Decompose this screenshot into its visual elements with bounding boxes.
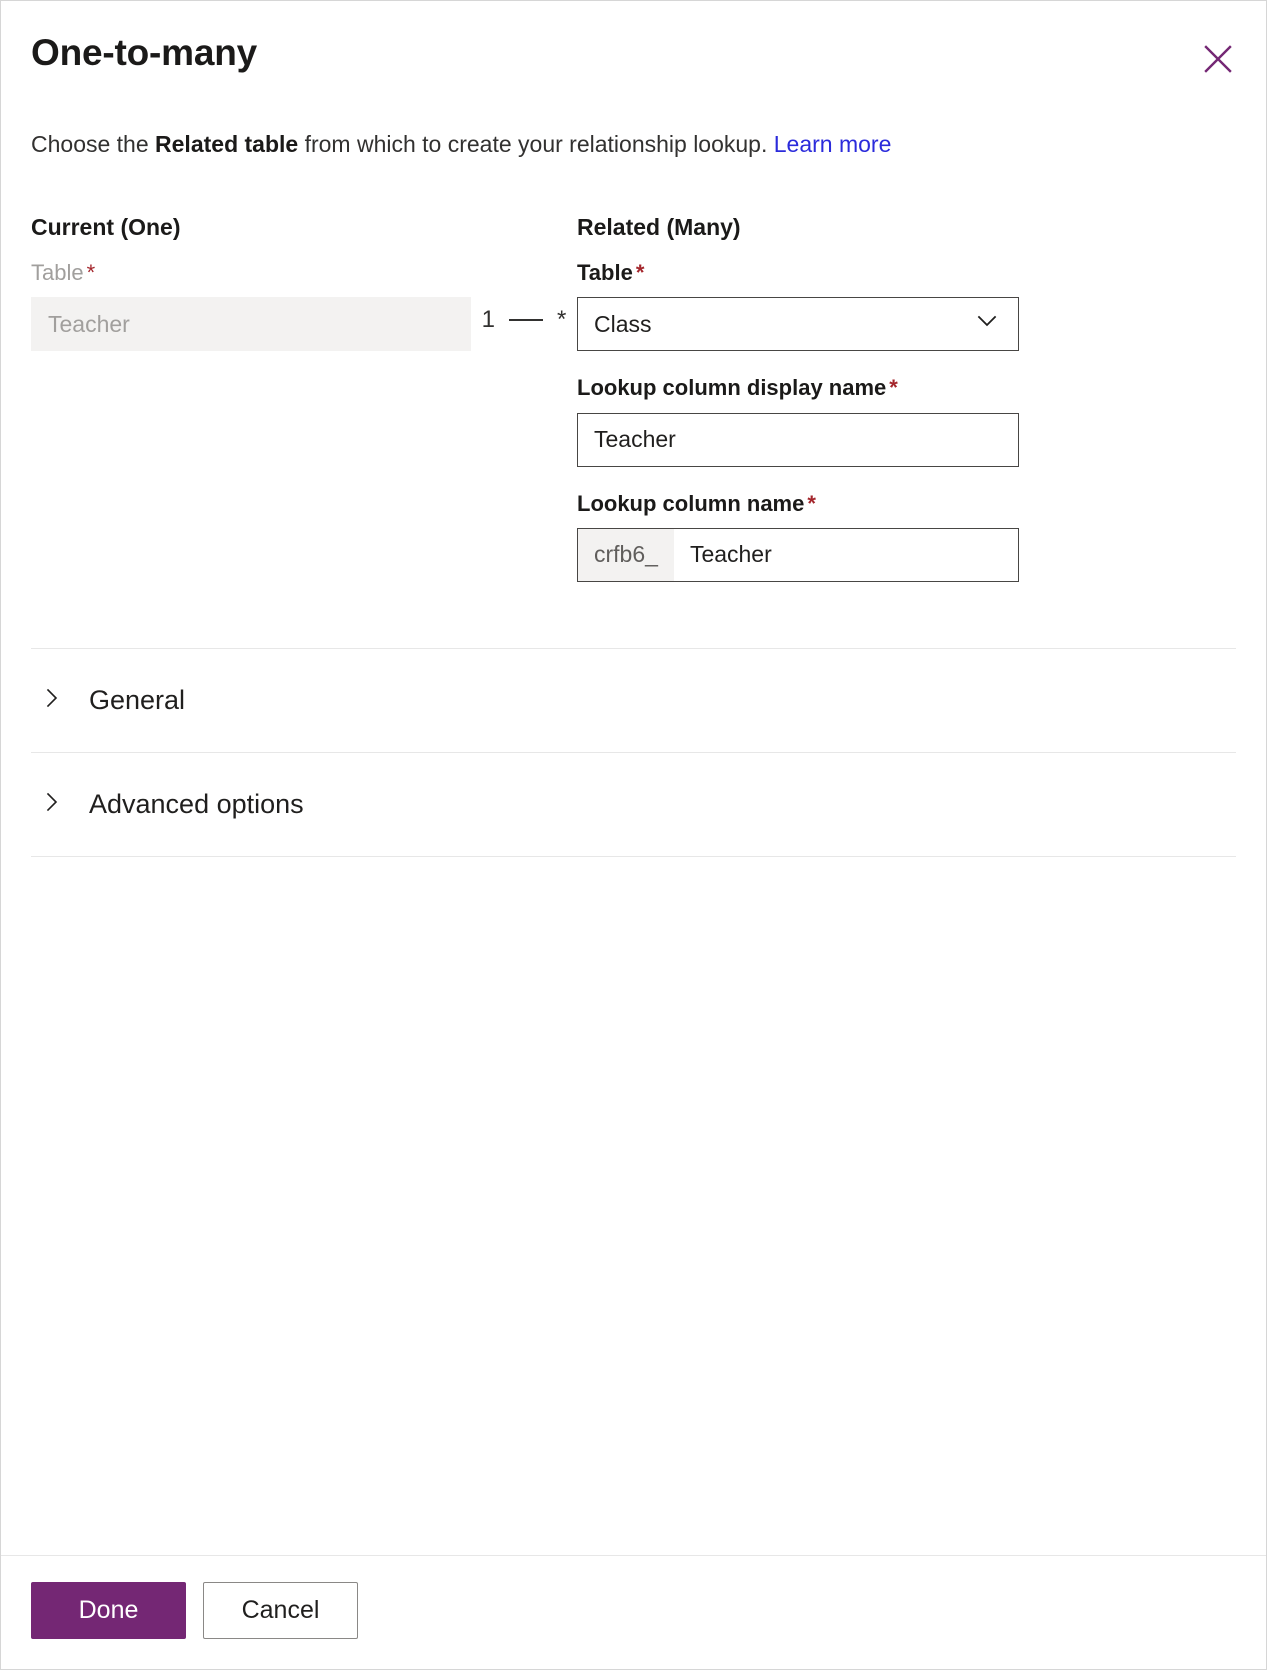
description-part-2: from which to create your relationship l… (298, 130, 774, 157)
lookup-column-name-value: Teacher (689, 541, 772, 568)
related-table-label: Table * (577, 260, 1019, 286)
learn-more-link[interactable]: Learn more (774, 131, 892, 157)
cancel-button[interactable]: Cancel (203, 1582, 358, 1639)
current-table-label-text: Table (31, 259, 84, 285)
cardinality-many: * (557, 305, 567, 333)
dialog-footer: Done Cancel (1, 1555, 1266, 1669)
one-to-many-dialog: One-to-many Choose the Related table fro… (0, 0, 1267, 1670)
cardinality-indicator: 1 * (471, 214, 577, 334)
section-advanced-options[interactable]: Advanced options (31, 753, 1236, 856)
related-many-column: Related (Many) Table * Class Lookup colum… (577, 214, 1019, 582)
close-button[interactable] (1194, 35, 1242, 83)
close-icon (1203, 44, 1233, 74)
relationship-columns: Current (One) Table * Teacher 1 * Related… (31, 214, 1236, 582)
description-part-1: Choose the (31, 130, 156, 157)
current-table-label: Table * (31, 260, 471, 286)
chevron-right-icon (41, 791, 63, 818)
dialog-header: One-to-many Choose the Related table fro… (1, 1, 1266, 160)
chevron-down-icon (974, 308, 1000, 340)
related-table-dropdown[interactable]: Class (577, 297, 1019, 352)
cardinality-one: 1 (481, 305, 495, 333)
description-bold: Related table (155, 130, 299, 157)
section-general[interactable]: General (31, 649, 1236, 752)
required-asterisk: * (86, 259, 96, 285)
dialog-description: Choose the Related table from which to c… (31, 129, 1236, 160)
related-table-value: Class (594, 310, 652, 337)
section-advanced-options-label: Advanced options (89, 788, 304, 819)
section-divider (31, 855, 1236, 857)
required-asterisk: * (807, 490, 816, 516)
current-table-value: Teacher (48, 310, 130, 337)
lookup-display-name-label: Lookup column display name * (577, 375, 1019, 401)
done-button[interactable]: Done (31, 1582, 186, 1639)
field-spacer (577, 351, 1019, 375)
page-title: One-to-many (31, 32, 257, 73)
current-one-heading: Current (One) (31, 213, 181, 240)
chevron-right-icon (41, 687, 63, 714)
cardinality-connector-line (509, 318, 543, 321)
collapsible-sections: General Advanced options (31, 647, 1236, 857)
section-general-label: General (89, 684, 186, 715)
lookup-column-name-label: Lookup column name * (577, 491, 1019, 517)
lookup-column-name-label-text: Lookup column name (577, 490, 805, 516)
current-table-input: Teacher (31, 297, 471, 352)
lookup-display-name-label-text: Lookup column display name (577, 375, 887, 401)
required-asterisk: * (635, 259, 645, 285)
dialog-body: Current (One) Table * Teacher 1 * Related… (1, 160, 1266, 1555)
current-one-column: Current (One) Table * Teacher (31, 213, 471, 352)
schema-prefix: crfb6_ (578, 528, 674, 581)
lookup-display-name-input[interactable]: Teacher (577, 412, 1019, 467)
related-many-heading: Related (Many) (577, 213, 741, 240)
field-spacer (577, 467, 1019, 491)
required-asterisk: * (889, 375, 898, 401)
related-table-label-text: Table (577, 259, 633, 285)
lookup-column-name-input[interactable]: crfb6_ Teacher (577, 527, 1019, 582)
lookup-display-name-value: Teacher (594, 426, 676, 453)
